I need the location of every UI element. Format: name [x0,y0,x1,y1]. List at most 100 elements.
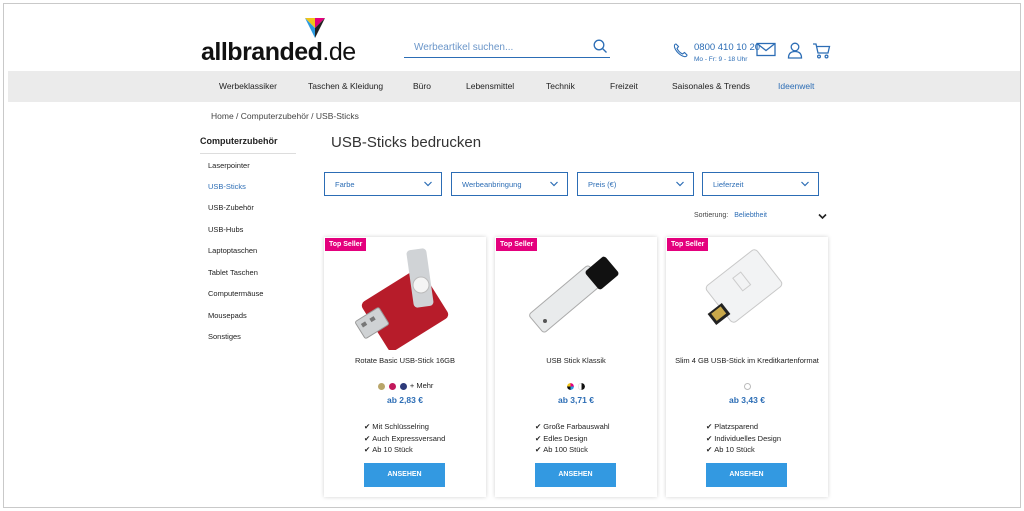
swatch-olive[interactable] [377,382,385,390]
check-icon: ✔ [706,422,713,431]
chevron-down-icon [424,181,432,187]
check-icon: ✔ [535,422,542,431]
user-icon[interactable] [787,42,803,59]
next-row-card-edge [495,507,525,508]
view-product-button[interactable]: ANSEHEN [706,463,787,487]
phone-hours: Mo - Fr: 9 - 18 Uhr [694,56,748,63]
sidebar-item-mousepads[interactable]: Mousepads [208,311,247,320]
sidebar-divider [200,153,296,154]
product-image-usb-klassik[interactable] [515,245,637,350]
feature-list: ✔ Platzsparend ✔ Individuelles Design ✔ Ab … [706,421,781,456]
product-name[interactable]: Slim 4 GB USB-Stick im Kreditkartenforma… [672,355,822,367]
site-logo[interactable]: allbranded.de [201,38,356,67]
phone-contact[interactable]: 0800 410 10 20 Mo - Fr: 9 - 18 Uhr [694,42,760,63]
check-icon: ✔ [535,445,542,454]
filter-label: Farbe [335,180,355,189]
sidebar-item-usb-sticks[interactable]: USB-Sticks [208,182,246,191]
browser-window: allbranded.de 0800 410 10 20 Mo - Fr: 9 … [3,3,1021,508]
product-image-usb-card[interactable] [686,245,808,350]
swatch-magenta[interactable] [388,382,396,390]
main-nav: Werbeklassiker Taschen & Kleidung Büro L… [8,71,1020,102]
filter-lieferzeit[interactable]: Lieferzeit [702,172,819,196]
sidebar-item-computermaeuse[interactable]: Computermäuse [208,289,263,298]
sort-value: Beliebtheit [734,212,767,219]
search-bar [404,37,610,58]
swatch-multicolor[interactable] [566,382,574,390]
feature-item: ✔ Ab 10 Stück [364,445,413,454]
feature-item: ✔ Edles Design [535,433,588,443]
chevron-down-icon [676,181,684,187]
color-swatches: + Mehr [324,381,486,390]
sidebar-item-usb-zubehoer[interactable]: USB-Zubehör [208,203,254,212]
search-input[interactable] [404,38,584,53]
nav-item-lebensmittel[interactable]: Lebensmittel [466,81,514,91]
logo-main-text: allbranded [201,38,323,66]
product-price: ab 3,71 € [558,395,594,405]
feature-item: ✔ Große Farbauswahl [535,422,610,431]
filter-preis[interactable]: Preis (€) [577,172,694,196]
product-name[interactable]: Rotate Basic USB-Stick 16GB [330,355,480,367]
logo-mark-icon [305,18,325,38]
product-image-usb-rotate[interactable] [344,245,466,350]
page-title: USB-Sticks bedrucken [331,134,482,151]
mail-icon[interactable] [756,42,776,57]
view-product-button[interactable]: ANSEHEN [535,463,616,487]
sidebar-item-tablet-taschen[interactable]: Tablet Taschen [208,268,258,277]
search-icon[interactable] [593,39,608,54]
product-price: ab 3,43 € [729,395,765,405]
feature-list: ✔ Große Farbauswahl ✔ Edles Design ✔ Ab 100… [535,421,610,456]
sort-control[interactable]: Sortierung: Beliebtheit [694,212,767,219]
chevron-down-icon [801,181,809,187]
nav-item-taschen-kleidung[interactable]: Taschen & Kleidung [308,81,383,91]
product-price: ab 2,83 € [387,395,423,405]
product-name[interactable]: USB Stick Klassik [501,355,651,367]
product-card[interactable]: Top Seller Slim 4 GB USB-Stick im Kredit… [666,237,828,497]
sidebar-item-usb-hubs[interactable]: USB-Hubs [208,225,243,234]
check-icon: ✔ [364,433,371,443]
sidebar-title: Computerzubehör [200,136,278,146]
sidebar-item-laserpointer[interactable]: Laserpointer [208,161,250,170]
phone-icon [673,43,688,58]
nav-item-freizeit[interactable]: Freizeit [610,81,638,91]
feature-item: ✔ Mit Schlüsselring [364,422,429,431]
cart-icon[interactable] [812,42,831,59]
nav-item-saisonales-trends[interactable]: Saisonales & Trends [672,81,750,91]
swatch-white[interactable] [743,382,751,390]
color-swatches [666,381,828,390]
chevron-down-icon[interactable] [818,212,827,221]
check-icon: ✔ [364,445,371,454]
filter-label: Werbeanbringung [462,180,522,189]
phone-number: 0800 410 10 20 [694,42,761,53]
filter-label: Preis (€) [588,180,617,189]
feature-item: ✔ Ab 10 Stück [706,445,755,454]
view-product-button[interactable]: ANSEHEN [364,463,445,487]
next-row-card-edge [324,507,354,508]
feature-item: ✔ Auch Expressversand [364,433,446,443]
filter-label: Lieferzeit [713,180,744,189]
sidebar-item-laptoptaschen[interactable]: Laptoptaschen [208,246,257,255]
feature-item: ✔ Ab 100 Stück [535,445,588,454]
swatch-more[interactable]: + Mehr [410,381,434,390]
nav-item-ideenwelt[interactable]: Ideenwelt [778,81,814,91]
color-swatches [495,381,657,390]
nav-item-technik[interactable]: Technik [546,81,575,91]
product-card[interactable]: Top Seller USB Stick Klassik ab 3,71 € ✔… [495,237,657,497]
filter-farbe[interactable]: Farbe [324,172,442,196]
sort-label: Sortierung: [694,212,729,219]
nav-item-werbeklassiker[interactable]: Werbeklassiker [219,81,277,91]
feature-item: ✔ Individuelles Design [706,433,782,443]
product-card[interactable]: Top Seller Rotate Basic USB-Stick 16GB +… [324,237,486,497]
check-icon: ✔ [364,422,371,431]
swatch-black-white[interactable] [578,382,586,390]
check-icon: ✔ [706,433,713,443]
check-icon: ✔ [706,445,713,454]
next-row-card-edge [666,507,696,508]
breadcrumb[interactable]: Home / Computerzubehör / USB-Sticks [211,111,359,121]
sidebar-item-sonstiges[interactable]: Sonstiges [208,332,241,341]
nav-item-buero[interactable]: Büro [413,81,431,91]
logo-tld-text: .de [322,38,356,66]
check-icon: ✔ [535,433,542,443]
swatch-navy[interactable] [399,382,407,390]
feature-list: ✔ Mit Schlüsselring ✔ Auch Expressversand … [364,421,445,456]
filter-werbeanbringung[interactable]: Werbeanbringung [451,172,568,196]
